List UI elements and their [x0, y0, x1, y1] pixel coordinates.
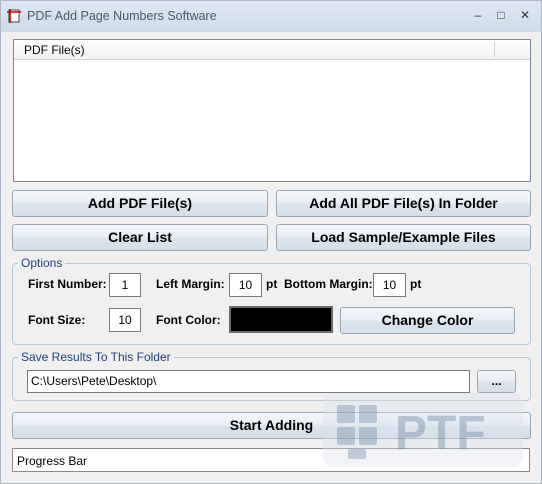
minimize-button[interactable]: –	[468, 7, 488, 23]
start-adding-button[interactable]: Start Adding	[12, 412, 531, 439]
load-sample-button[interactable]: Load Sample/Example Files	[276, 224, 531, 251]
progress-bar-label: Progress Bar	[17, 454, 88, 468]
add-folder-button[interactable]: Add All PDF File(s) In Folder	[276, 190, 531, 217]
save-folder-group-title: Save Results To This Folder	[18, 350, 174, 364]
output-folder-input[interactable]: C:\Users\Pete\Desktop\	[27, 370, 470, 393]
font-color-label: Font Color:	[156, 313, 221, 327]
window-title: PDF Add Page Numbers Software	[27, 9, 217, 23]
font-size-input[interactable]: 10	[109, 308, 141, 332]
change-color-button[interactable]: Change Color	[340, 307, 515, 334]
list-header[interactable]: PDF File(s)	[14, 40, 530, 60]
font-color-swatch[interactable]	[229, 306, 333, 333]
close-button[interactable]: ✕	[515, 7, 535, 23]
pdf-file-list[interactable]: PDF File(s)	[13, 39, 531, 182]
bottom-margin-label: Bottom Margin:	[284, 277, 373, 291]
first-number-input[interactable]: 1	[109, 273, 141, 297]
font-size-label: Font Size:	[28, 313, 86, 327]
column-separator[interactable]	[494, 42, 495, 57]
left-margin-unit: pt	[266, 277, 278, 291]
maximize-button[interactable]: □	[491, 7, 511, 23]
first-number-label: First Number:	[28, 277, 107, 291]
clear-list-button[interactable]: Clear List	[12, 224, 268, 251]
app-window: PDF Add Page Numbers Software – □ ✕ PDF …	[0, 0, 542, 484]
options-group-title: Options	[18, 256, 66, 270]
app-icon	[7, 9, 21, 23]
bottom-margin-unit: pt	[410, 277, 422, 291]
browse-folder-button[interactable]: ...	[477, 370, 516, 393]
progress-bar: Progress Bar	[12, 448, 530, 472]
column-header-pdf-files[interactable]: PDF File(s)	[24, 43, 85, 57]
left-margin-label: Left Margin:	[156, 277, 225, 291]
add-pdf-files-button[interactable]: Add PDF File(s)	[12, 190, 268, 217]
left-margin-input[interactable]: 10	[229, 273, 262, 297]
title-bar[interactable]: PDF Add Page Numbers Software – □ ✕	[1, 1, 541, 32]
bottom-margin-input[interactable]: 10	[373, 273, 406, 297]
